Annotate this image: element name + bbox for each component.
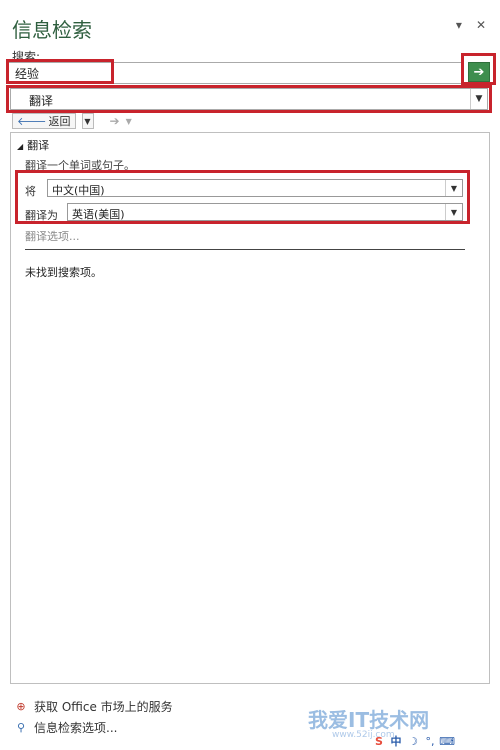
search-box[interactable] <box>8 62 462 84</box>
translate-hint: 翻译一个单词或句子。 <box>25 159 135 172</box>
options-label: 信息检索选项... <box>34 721 118 735</box>
to-language-select[interactable]: 英语(美国) ▼ <box>67 203 463 221</box>
search-options-icon: ⚲ <box>16 721 26 734</box>
chevron-down-icon: ▼ <box>84 116 91 126</box>
divider <box>25 249 465 250</box>
go-arrow-icon: ➔ <box>473 64 485 80</box>
forward-dropdown-icon[interactable]: ▼ <box>126 117 132 126</box>
chevron-down-icon[interactable]: ▼ <box>445 204 462 220</box>
chevron-down-icon[interactable]: ▼ <box>445 180 462 196</box>
to-language-value: 英语(美国) <box>72 208 125 221</box>
punctuation-icon[interactable]: °, <box>423 734 437 748</box>
footer-options-link[interactable]: ⚲ 信息检索选项... <box>14 719 117 736</box>
pane-menu-icon[interactable]: ▾ <box>456 18 462 32</box>
from-label: 将 <box>25 185 36 198</box>
translation-options-link[interactable]: 翻译选项... <box>25 228 80 244</box>
source-select[interactable]: 翻译 ▼ <box>10 88 488 110</box>
to-label: 翻译为 <box>25 209 58 222</box>
back-dropdown-button[interactable]: ▼ <box>81 113 94 129</box>
back-arrow-icon: 🡐 <box>17 115 47 128</box>
moon-icon[interactable]: ☽ <box>406 734 420 748</box>
globe-icon: ⊕ <box>16 700 26 713</box>
sogou-s-icon[interactable]: S <box>372 734 386 748</box>
chevron-down-icon[interactable]: ▼ <box>470 89 487 109</box>
back-label: 返回 <box>48 115 71 128</box>
pane-title: 信息检索 <box>12 18 92 42</box>
from-language-select[interactable]: 中文(中国) ▼ <box>47 179 463 197</box>
section-title: 翻译 <box>27 139 50 152</box>
from-language-value: 中文(中国) <box>52 184 105 197</box>
section-header[interactable]: ◢ 翻译 <box>17 137 49 153</box>
pane-controls: ▾ ✕ <box>456 18 486 32</box>
results-panel: ◢ 翻译 翻译一个单词或句子。 将 中文(中国) ▼ 翻译为 英语(美国) ▼ 翻… <box>10 132 490 684</box>
market-label: 获取 Office 市场上的服务 <box>34 700 173 714</box>
no-results-text: 未找到搜索项。 <box>25 266 102 279</box>
back-button[interactable]: 🡐 返回 <box>12 113 76 129</box>
watermark-logo: 我爱IT技术网 <box>308 708 430 732</box>
search-input[interactable] <box>15 65 415 81</box>
forward-arrow-icon[interactable]: ➔ <box>110 114 120 128</box>
collapse-triangle-icon: ◢ <box>17 142 24 151</box>
keyboard-icon[interactable]: ⌨ <box>439 734 455 748</box>
nav-row: 🡐 返回 ▼ ➔ ▼ <box>12 113 132 129</box>
ime-chinese-icon[interactable]: 中 <box>389 734 403 748</box>
start-search-button[interactable]: ➔ <box>468 62 490 82</box>
close-icon[interactable]: ✕ <box>476 18 486 32</box>
system-tray: S 中 ☽ °, ⌨ <box>372 734 455 749</box>
source-selected-value: 翻译 <box>29 94 54 108</box>
footer-market-link[interactable]: ⊕ 获取 Office 市场上的服务 <box>14 698 173 715</box>
